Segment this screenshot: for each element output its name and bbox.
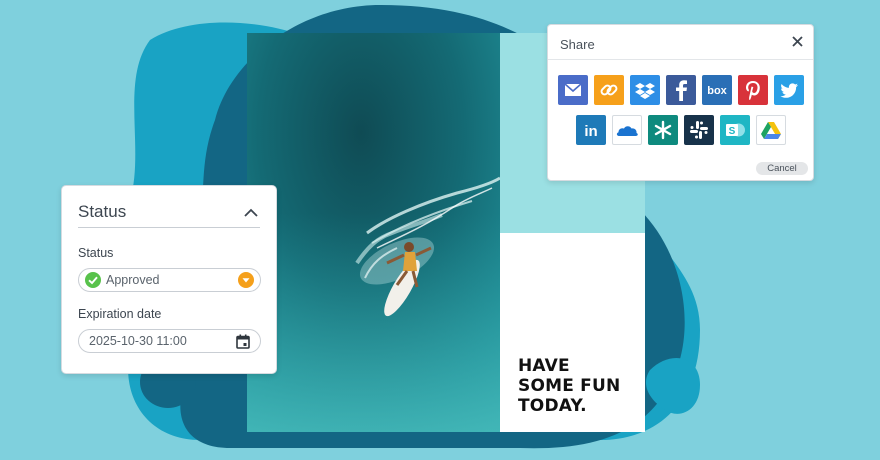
- status-field-label: Status: [78, 246, 114, 260]
- status-panel-divider: [78, 227, 260, 228]
- sharepoint-icon[interactable]: S: [720, 115, 750, 145]
- google-drive-icon[interactable]: [756, 115, 786, 145]
- share-dialog-title: Share: [560, 37, 595, 52]
- asterisk-icon[interactable]: [648, 115, 678, 145]
- calendar-icon[interactable]: [236, 334, 250, 349]
- tagline-line-2: SOME FUN: [518, 376, 621, 396]
- tagline-line-3: TODAY.: [518, 396, 587, 416]
- cancel-button[interactable]: Cancel: [756, 162, 808, 175]
- expiration-date-value: 2025-10-30 11:00: [89, 334, 187, 348]
- expiration-field-label: Expiration date: [78, 307, 162, 321]
- onedrive-icon[interactable]: [612, 115, 642, 145]
- share-dialog: Share box in S Cancel: [547, 24, 814, 181]
- twitter-icon[interactable]: [774, 75, 804, 105]
- status-select-value: Approved: [106, 273, 160, 287]
- status-panel: Status Status Approved Expiration date 2…: [61, 185, 277, 374]
- box-icon[interactable]: box: [702, 75, 732, 105]
- svg-text:S: S: [729, 126, 736, 137]
- orange-dropdown-icon[interactable]: [238, 272, 254, 288]
- status-panel-title: Status: [78, 202, 127, 221]
- dropbox-icon[interactable]: [630, 75, 660, 105]
- status-select[interactable]: Approved: [78, 268, 261, 292]
- expiration-date-input[interactable]: 2025-10-30 11:00: [78, 329, 261, 353]
- pinterest-icon[interactable]: [738, 75, 768, 105]
- tagline-line-1: HAVE: [518, 356, 570, 376]
- link-icon[interactable]: [594, 75, 624, 105]
- slack-icon[interactable]: [684, 115, 714, 145]
- surfer-photo: [247, 33, 500, 432]
- chevron-up-icon[interactable]: [244, 208, 258, 217]
- share-dialog-divider: [548, 59, 813, 60]
- svg-text:in: in: [584, 123, 597, 140]
- svg-text:box: box: [707, 85, 727, 97]
- linkedin-icon[interactable]: in: [576, 115, 606, 145]
- email-icon[interactable]: [558, 75, 588, 105]
- poster-tagline: HAVE SOME FUN TODAY.: [518, 356, 638, 416]
- close-icon[interactable]: [792, 36, 803, 47]
- check-circle-icon: [85, 272, 101, 288]
- facebook-icon[interactable]: [666, 75, 696, 105]
